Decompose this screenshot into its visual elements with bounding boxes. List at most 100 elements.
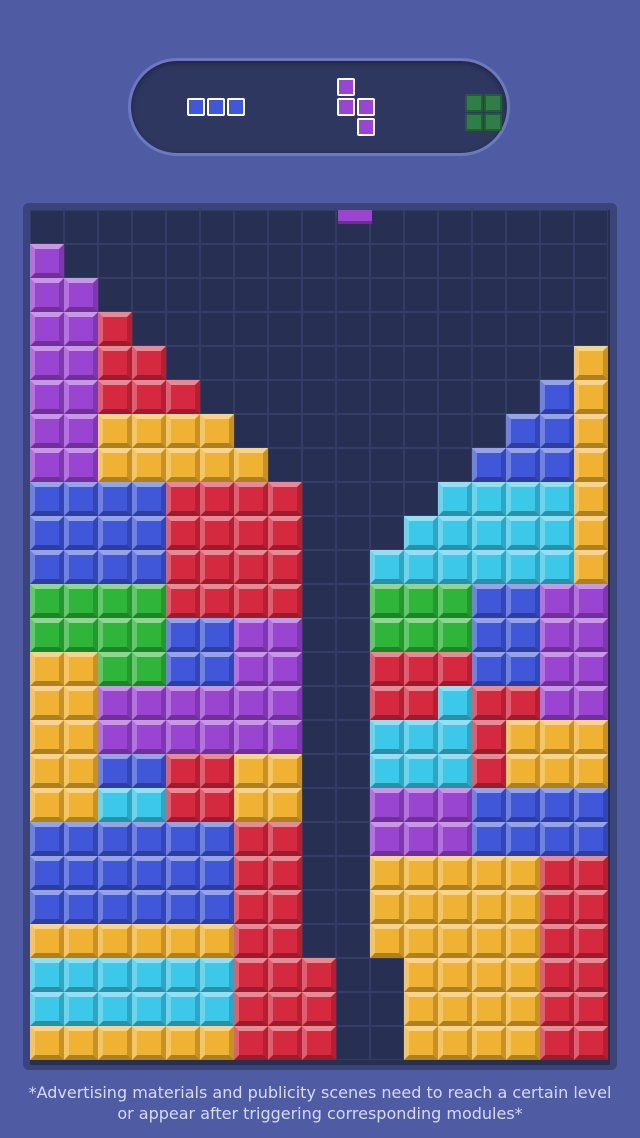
empty-cell <box>438 312 472 346</box>
empty-cell <box>574 278 608 312</box>
block <box>30 822 64 856</box>
empty-cell <box>574 244 608 278</box>
block <box>132 856 166 890</box>
block <box>132 1026 166 1060</box>
empty-cell <box>370 448 404 482</box>
empty-cell <box>234 380 268 414</box>
block <box>506 958 540 992</box>
block <box>574 550 608 584</box>
empty-cell <box>506 278 540 312</box>
block <box>506 1026 540 1060</box>
block <box>370 924 404 958</box>
block <box>234 550 268 584</box>
block <box>268 482 302 516</box>
block <box>30 686 64 720</box>
empty-cell <box>472 380 506 414</box>
empty-cell <box>234 244 268 278</box>
block <box>234 822 268 856</box>
block <box>506 584 540 618</box>
block <box>404 788 438 822</box>
block <box>506 788 540 822</box>
empty-cell <box>166 346 200 380</box>
empty-cell <box>370 244 404 278</box>
block <box>370 788 404 822</box>
empty-cell <box>302 380 336 414</box>
empty-cell <box>268 448 302 482</box>
block <box>506 414 540 448</box>
block <box>98 448 132 482</box>
block <box>574 584 608 618</box>
block <box>404 992 438 1026</box>
empty-cell <box>540 210 574 244</box>
empty-cell <box>336 278 370 312</box>
block <box>166 992 200 1026</box>
empty-cell <box>64 244 98 278</box>
block <box>438 958 472 992</box>
block <box>132 720 166 754</box>
block <box>200 584 234 618</box>
block <box>98 788 132 822</box>
block <box>200 652 234 686</box>
block <box>404 958 438 992</box>
empty-cell <box>64 210 98 244</box>
block <box>30 516 64 550</box>
block <box>234 856 268 890</box>
empty-cell <box>472 244 506 278</box>
block <box>98 958 132 992</box>
block <box>98 414 132 448</box>
block <box>506 448 540 482</box>
block <box>200 550 234 584</box>
piece-block <box>337 78 355 96</box>
block <box>166 788 200 822</box>
block <box>472 686 506 720</box>
block <box>574 890 608 924</box>
empty-cell <box>302 720 336 754</box>
disclaimer: *Advertising materials and publicity sce… <box>0 1082 640 1124</box>
empty-cell <box>132 244 166 278</box>
block <box>64 652 98 686</box>
game-board[interactable] <box>30 210 610 1065</box>
block <box>132 414 166 448</box>
block <box>506 720 540 754</box>
block <box>30 652 64 686</box>
block <box>64 686 98 720</box>
block <box>132 992 166 1026</box>
block <box>64 924 98 958</box>
block <box>132 754 166 788</box>
empty-cell <box>268 244 302 278</box>
empty-cell <box>336 720 370 754</box>
block <box>438 788 472 822</box>
block <box>98 312 132 346</box>
block <box>472 584 506 618</box>
block <box>30 924 64 958</box>
block <box>166 720 200 754</box>
next-pieces-tray <box>128 58 510 156</box>
block <box>166 414 200 448</box>
empty-cell <box>370 516 404 550</box>
block <box>30 312 64 346</box>
block <box>166 1026 200 1060</box>
empty-cell <box>302 448 336 482</box>
block <box>30 244 64 278</box>
empty-cell <box>370 482 404 516</box>
empty-cell <box>336 516 370 550</box>
block <box>234 618 268 652</box>
empty-cell <box>370 992 404 1026</box>
empty-cell <box>234 346 268 380</box>
empty-cell <box>200 312 234 346</box>
block <box>472 856 506 890</box>
block <box>30 958 64 992</box>
block <box>98 924 132 958</box>
block <box>234 686 268 720</box>
block <box>574 380 608 414</box>
block <box>574 618 608 652</box>
empty-cell <box>370 278 404 312</box>
block <box>234 482 268 516</box>
empty-cell <box>302 788 336 822</box>
block <box>64 890 98 924</box>
block <box>98 550 132 584</box>
empty-cell <box>98 244 132 278</box>
empty-cell <box>302 550 336 584</box>
empty-cell <box>336 550 370 584</box>
block <box>404 550 438 584</box>
